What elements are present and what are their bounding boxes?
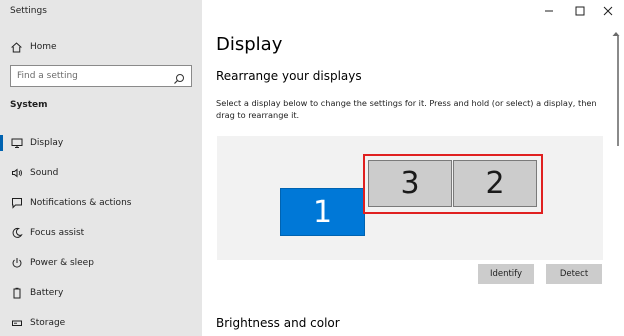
highlight-box [363,154,543,214]
scrollbar-thumb[interactable] [617,36,619,146]
home-icon [8,39,24,55]
search-input[interactable] [17,71,173,81]
rearrange-description: Select a display below to change the set… [216,98,597,120]
sidebar-item-power-sleep[interactable]: Power & sleep [0,248,202,278]
close-button[interactable] [592,0,624,22]
sidebar-item-label: Notifications & actions [30,198,132,208]
sidebar-item-home[interactable]: Home [8,38,194,56]
sidebar-item-label: Storage [30,318,66,328]
sidebar-item-label: Focus assist [30,228,85,238]
scroll-up-button[interactable] [611,24,621,36]
power-icon [10,256,24,270]
maximize-icon [575,6,585,16]
notifications-icon [10,196,24,210]
sidebar-item-focus-assist[interactable]: Focus assist [0,218,202,248]
home-label: Home [30,42,57,52]
minimize-button[interactable] [533,0,565,22]
sidebar-item-notifications[interactable]: Notifications & actions [0,188,202,218]
app-title: Settings [10,6,47,16]
sidebar-item-storage[interactable]: Storage [0,308,202,336]
rearrange-heading: Rearrange your displays [216,69,362,83]
sidebar-nav: Display Sound Notifications & actions Fo… [0,128,202,336]
brightness-heading: Brightness and color [216,316,340,330]
sidebar-item-label: Sound [30,168,59,178]
close-icon [603,6,613,16]
minimize-icon [545,10,553,12]
storage-icon [10,316,24,330]
sidebar-item-label: Display [30,138,64,148]
sidebar-item-label: Battery [30,288,64,298]
sidebar-item-battery[interactable]: Battery [0,278,202,308]
identify-button[interactable]: Identify [478,264,534,284]
sidebar-item-label: Power & sleep [30,258,94,268]
search-icon[interactable] [173,70,185,84]
sidebar-item-display[interactable]: Display [0,128,202,158]
search-box[interactable] [10,65,192,87]
chevron-up-icon [612,32,620,36]
page-title: Display [216,34,283,55]
detect-button[interactable]: Detect [546,264,602,284]
battery-icon [10,286,24,300]
monitor-1[interactable]: 1 [280,188,365,236]
speaker-icon [10,166,24,180]
section-label: System [10,100,48,110]
moon-icon [10,226,24,240]
display-arrangement-area[interactable]: 1 3 2 [217,136,603,260]
monitor-icon [10,136,24,150]
sidebar-item-sound[interactable]: Sound [0,158,202,188]
sidebar: Settings Home System Display Sound [0,0,202,336]
